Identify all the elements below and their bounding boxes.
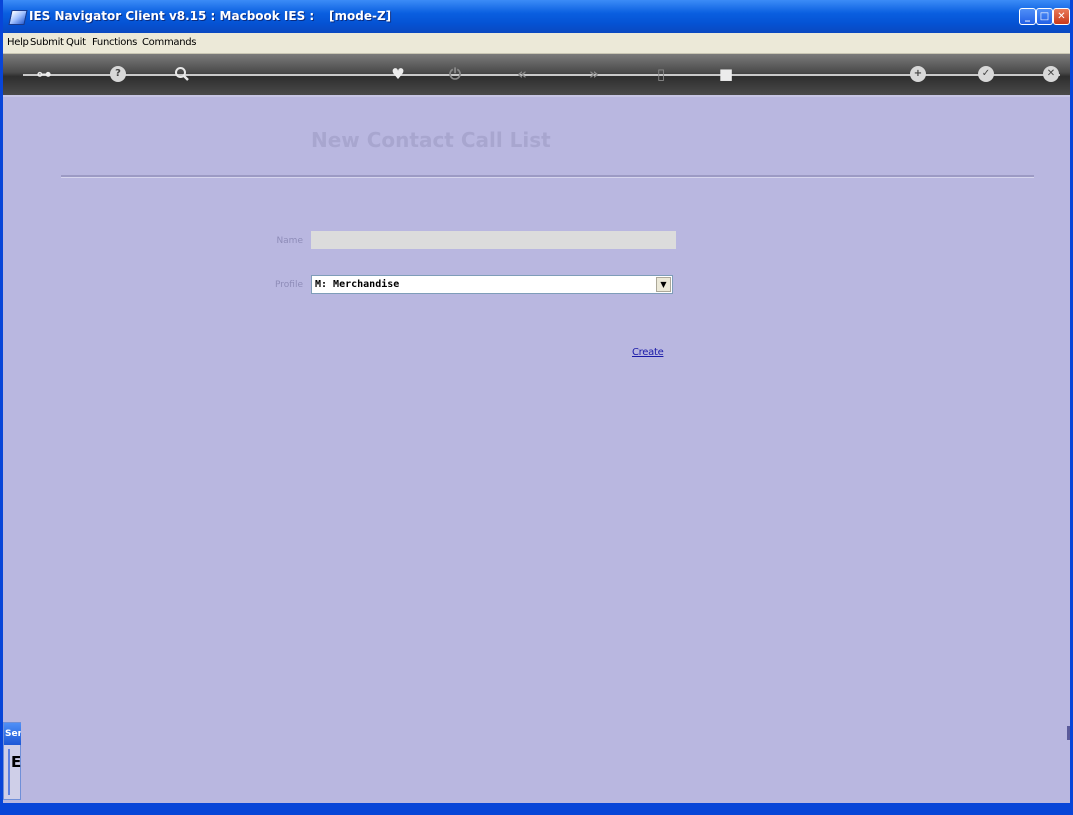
list-icon[interactable]: ▯ xyxy=(650,63,672,85)
name-label: Name xyxy=(276,236,303,246)
profile-select[interactable]: M: Merchandise ▼ xyxy=(311,275,673,294)
menu-submit[interactable]: Submit xyxy=(30,37,64,48)
key-icon[interactable]: ⊶ xyxy=(33,63,55,85)
next-icon[interactable]: » xyxy=(583,63,605,85)
search-icon[interactable] xyxy=(171,63,193,85)
window-title: IES Navigator Client v8.15 : Macbook IES… xyxy=(29,9,315,23)
mode-indicator: [mode-Z] xyxy=(329,9,392,23)
side-panel-text: E xyxy=(11,753,22,771)
heart-icon[interactable]: ♥ xyxy=(387,63,409,85)
title-bar[interactable]: IES Navigator Client v8.15 : Macbook IES… xyxy=(3,0,1070,33)
profile-label: Profile xyxy=(275,280,303,290)
page-title: New Contact Call List xyxy=(311,128,551,152)
title-divider xyxy=(61,175,1034,178)
profile-selected-value: M: Merchandise xyxy=(315,279,400,290)
power-icon[interactable]: ⏻ xyxy=(444,63,466,85)
side-panel[interactable]: Ser E xyxy=(3,722,21,800)
edge-marker xyxy=(1067,726,1070,740)
menu-functions[interactable]: Functions xyxy=(92,37,137,48)
close-window-button[interactable]: ✕ xyxy=(1053,8,1070,25)
maximize-button[interactable]: □ xyxy=(1036,8,1053,25)
window-bottom-border xyxy=(3,803,1070,812)
previous-icon[interactable]: « xyxy=(511,63,533,85)
menu-bar: Help Submit Quit Functions Commands xyxy=(3,33,1070,54)
help-icon[interactable]: ? xyxy=(110,66,126,82)
toolbar: ⊶ ? ♥ ⏻ « » ▯ ■ + ✓ ✕ xyxy=(3,54,1070,97)
side-panel-header[interactable]: Ser xyxy=(4,723,21,745)
menu-commands[interactable]: Commands xyxy=(142,37,197,48)
menu-help[interactable]: Help xyxy=(7,37,29,48)
minimize-button[interactable]: _ xyxy=(1019,8,1036,25)
side-panel-divider xyxy=(8,749,10,795)
check-icon[interactable]: ✓ xyxy=(978,66,994,82)
create-link[interactable]: Create xyxy=(632,347,664,358)
plus-icon[interactable]: + xyxy=(910,66,926,82)
close-icon[interactable]: ✕ xyxy=(1043,66,1059,82)
stop-icon[interactable]: ■ xyxy=(715,63,737,85)
name-field[interactable] xyxy=(311,231,676,249)
app-window: IES Navigator Client v8.15 : Macbook IES… xyxy=(0,0,1073,815)
menu-quit[interactable]: Quit xyxy=(66,37,86,48)
app-icon xyxy=(8,10,28,25)
chevron-down-icon[interactable]: ▼ xyxy=(656,277,671,292)
